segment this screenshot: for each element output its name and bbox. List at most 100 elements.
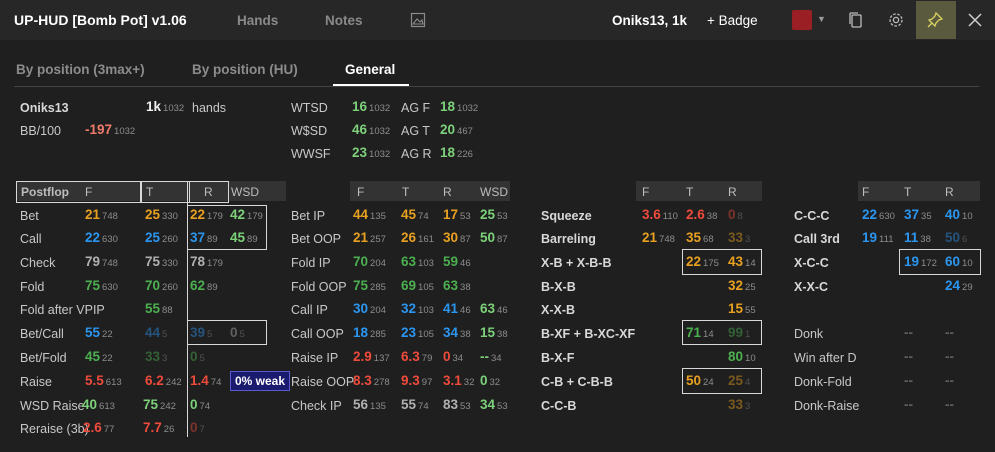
postflop-cell-sample: 179	[207, 258, 223, 269]
postflop-row-label: Bet	[20, 209, 39, 223]
summary-stat-2: 18 226	[440, 145, 473, 160]
summary-stat-2: 20 467	[440, 122, 473, 137]
ccc-cell-value: --	[945, 373, 954, 388]
betip-cell: 0 34	[443, 349, 463, 364]
betip-cell-sample: 278	[373, 377, 390, 388]
postflop-cell: 0 74	[190, 397, 210, 412]
ccc-cell: 40 10	[945, 207, 973, 222]
tab-hands[interactable]: Hands	[237, 13, 278, 28]
betip-cell: 21 257	[353, 230, 386, 245]
betip-cell: 26 161	[401, 230, 434, 245]
betip-cell-sample: 53	[497, 211, 508, 222]
betip-cell-sample: 204	[370, 305, 386, 316]
betip-cell: 83 53	[443, 397, 471, 412]
add-badge-button[interactable]: + Badge	[707, 13, 758, 28]
ccc-cell: 50 6	[945, 230, 967, 245]
betip-cell-value: 6.3	[401, 349, 420, 364]
betip-cell-value: 70	[353, 254, 369, 269]
ccc-cell-value: 37	[904, 207, 920, 222]
ccc-cell-sample: 630	[879, 211, 895, 222]
postflop-cell-sample: 88	[162, 305, 173, 316]
postflop-cell-value: 25	[145, 230, 161, 245]
ccc-cell-value: --	[904, 325, 913, 340]
ccc-row-label: Donk-Fold	[794, 375, 852, 389]
betip-cell-value: --	[480, 349, 489, 364]
betip-header-0: F	[357, 185, 365, 199]
postflop-cell: 7.7 26	[143, 420, 174, 435]
squeeze-cell-value: 2.6	[686, 207, 705, 222]
gear-icon[interactable]	[887, 11, 905, 29]
ccc-cell-sample: 6	[962, 234, 968, 245]
squeeze-cell: 33 3	[728, 397, 750, 412]
squeeze-cell-sample: 55	[745, 305, 756, 316]
chevron-down-icon[interactable]: ▼	[817, 14, 826, 24]
summary-stat-2-value: 18	[440, 145, 456, 160]
squeeze-cell-value: 35	[686, 230, 702, 245]
postflop-row-label: Raise	[20, 375, 52, 389]
xb-box	[682, 249, 762, 275]
betip-cell-sample: 79	[421, 353, 433, 364]
betip-cell: 55 74	[401, 397, 429, 412]
color-swatch[interactable]	[792, 10, 812, 30]
postflop-cell-sample: 330	[162, 211, 178, 222]
ccc-cell: 19 111	[862, 230, 893, 245]
postflop-cell: 21 748	[85, 207, 118, 222]
ccc-row-label: Win after D	[794, 351, 857, 365]
r-header-box	[187, 181, 229, 203]
postflop-cell-sample: 242	[165, 377, 182, 388]
betip-cell: 23 105	[401, 325, 434, 340]
squeeze-cell: 80 10	[728, 349, 756, 364]
ccc-cell-value: 40	[945, 207, 961, 222]
summary-stat: 46 1032	[352, 122, 390, 137]
betip-cell-value: 0	[480, 373, 488, 388]
ccc-cell-value: 11	[904, 230, 919, 245]
copy-icon[interactable]	[847, 11, 864, 29]
postflop-cell-value: 75	[85, 278, 101, 293]
postflop-cell-value: 0	[190, 397, 198, 412]
squeeze-cell-sample: 3	[745, 401, 751, 412]
postflop-row-label: Fold after VPIP	[20, 303, 105, 317]
ccc-cell-value: 50	[945, 230, 961, 245]
ccc-header-1: T	[904, 185, 912, 199]
image-icon[interactable]	[410, 12, 426, 28]
ccc-row-label: X-C-C	[794, 256, 829, 270]
subtab-3max[interactable]: By position (3max+)	[16, 62, 145, 77]
betip-cell: 34 53	[480, 397, 508, 412]
squeeze-cell: 33 3	[728, 230, 750, 245]
summary-stat-value: 46	[352, 122, 368, 137]
postflop-cell-value: 70	[145, 278, 161, 293]
betip-cell-sample: 53	[460, 401, 471, 412]
squeeze-cell: 2.6 38	[686, 207, 717, 222]
summary-stat-2-sample: 226	[457, 149, 473, 160]
close-icon[interactable]	[966, 11, 984, 29]
betip-cell: 50 87	[480, 230, 508, 245]
betip-cell-value: 59	[443, 254, 459, 269]
squeeze-header-bg	[636, 181, 762, 201]
weak-badge[interactable]: 0% weak	[230, 371, 291, 391]
betip-cell-sample: 34	[491, 353, 502, 364]
betip-cell-sample: 87	[497, 234, 508, 245]
postflop-cell: 55 22	[85, 325, 113, 340]
ccc-cell-sample: 38	[920, 234, 931, 245]
betip-cell-value: 56	[353, 397, 369, 412]
tab-notes[interactable]: Notes	[325, 13, 363, 28]
betip-cell-sample: 53	[497, 401, 508, 412]
squeeze-header-1: T	[686, 185, 694, 199]
subtab-hu[interactable]: By position (HU)	[192, 62, 298, 77]
betip-cell: 0 32	[480, 373, 500, 388]
betip-header-3: WSD	[480, 185, 508, 199]
betip-cell-sample: 135	[370, 211, 386, 222]
ccc-cell-sample: 35	[921, 211, 932, 222]
betip-cell: 25 53	[480, 207, 508, 222]
betip-cell: 63 38	[443, 278, 471, 293]
subtab-general[interactable]: General	[345, 62, 395, 77]
squeeze-cell-sample: 110	[662, 211, 678, 222]
ccc-row-label: Call 3rd	[794, 232, 840, 246]
postflop-cell: 55 88	[145, 301, 173, 316]
squeeze-cell-sample: 748	[659, 234, 675, 245]
betip-cell-sample: 285	[370, 282, 386, 293]
postflop-cell: 75 330	[145, 254, 178, 269]
postflop-cell: 05	[190, 349, 205, 364]
betip-cell: 18 285	[353, 325, 386, 340]
ccc-cell-value: --	[945, 325, 954, 340]
